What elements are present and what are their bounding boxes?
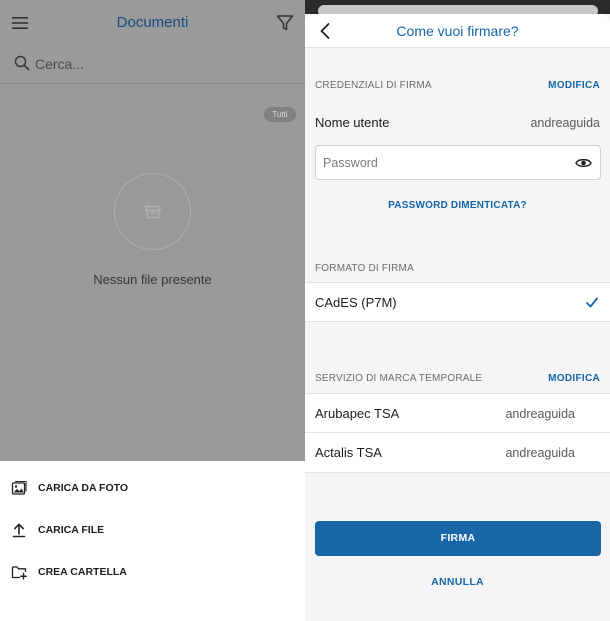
- create-folder-label: CREA CARTELLA: [38, 566, 127, 578]
- format-option-cades[interactable]: CAdES (P7M): [305, 282, 610, 322]
- forgot-password-link[interactable]: PASSWORD DIMENTICATA?: [305, 200, 610, 211]
- password-input[interactable]: [323, 154, 563, 172]
- edit-timestamp-link[interactable]: MODIFICA: [548, 373, 600, 384]
- upload-from-photo-label: CARICA DA FOTO: [38, 482, 129, 494]
- upload-file-button[interactable]: CARICA FILE: [0, 511, 305, 553]
- search-bar: [0, 46, 305, 84]
- username-label: Nome utente: [315, 115, 390, 130]
- timestamp-service-row[interactable]: Arubapec TSA andreaguida: [305, 393, 610, 433]
- archive-box-icon: [145, 205, 161, 219]
- signing-title: Come vuoi firmare?: [396, 23, 519, 39]
- empty-state-circle: [114, 173, 191, 250]
- password-field: [315, 145, 601, 180]
- edit-credentials-link[interactable]: MODIFICA: [548, 80, 600, 91]
- search-icon: [14, 55, 30, 71]
- filter-funnel-icon[interactable]: [276, 14, 294, 32]
- upload-file-label: CARICA FILE: [38, 524, 105, 536]
- signing-header: Come vuoi firmare?: [305, 14, 610, 48]
- create-folder-button[interactable]: CREA CARTELLA: [0, 553, 305, 595]
- username-value: andreaguida: [530, 116, 600, 130]
- filter-badge[interactable]: Tutti: [264, 107, 296, 122]
- empty-state-text: Nessun file presente: [93, 272, 212, 287]
- documents-dimmed-area[interactable]: Documenti Tutti Nessun file presente: [0, 0, 305, 461]
- signing-sheet: Come vuoi firmare? CREDENZIALI DI FIRMA …: [305, 0, 610, 621]
- format-section-label: FORMATO DI FIRMA: [315, 263, 414, 274]
- documents-header: Documenti: [0, 0, 305, 46]
- format-option-label: CAdES (P7M): [315, 295, 397, 310]
- folder-plus-icon: [11, 566, 27, 580]
- status-bar: [305, 0, 610, 17]
- upload-from-photo-button[interactable]: CARICA DA FOTO: [0, 469, 305, 511]
- search-input[interactable]: [35, 52, 285, 76]
- sign-button[interactable]: FIRMA: [315, 521, 601, 556]
- credentials-section-label: CREDENZIALI DI FIRMA: [315, 80, 432, 91]
- timestamp-service-name: Arubapec TSA: [315, 406, 400, 421]
- timestamp-service-user: andreaguida: [505, 407, 575, 421]
- timestamp-section-label: SERVIZIO DI MARCA TEMPORALE: [315, 373, 483, 384]
- upload-icon: [12, 523, 26, 538]
- documents-screen: Documenti Tutti Nessun file presente: [0, 0, 305, 621]
- eye-icon[interactable]: [575, 155, 592, 171]
- timestamp-service-user: andreaguida: [505, 446, 575, 460]
- timestamp-service-name: Actalis TSA: [315, 445, 382, 460]
- cancel-button[interactable]: ANNULLA: [305, 576, 610, 588]
- timestamp-service-row[interactable]: Actalis TSA andreaguida: [305, 433, 610, 473]
- checkmark-icon: [586, 297, 598, 308]
- page-title: Documenti: [116, 14, 189, 31]
- image-gallery-icon: [11, 480, 27, 495]
